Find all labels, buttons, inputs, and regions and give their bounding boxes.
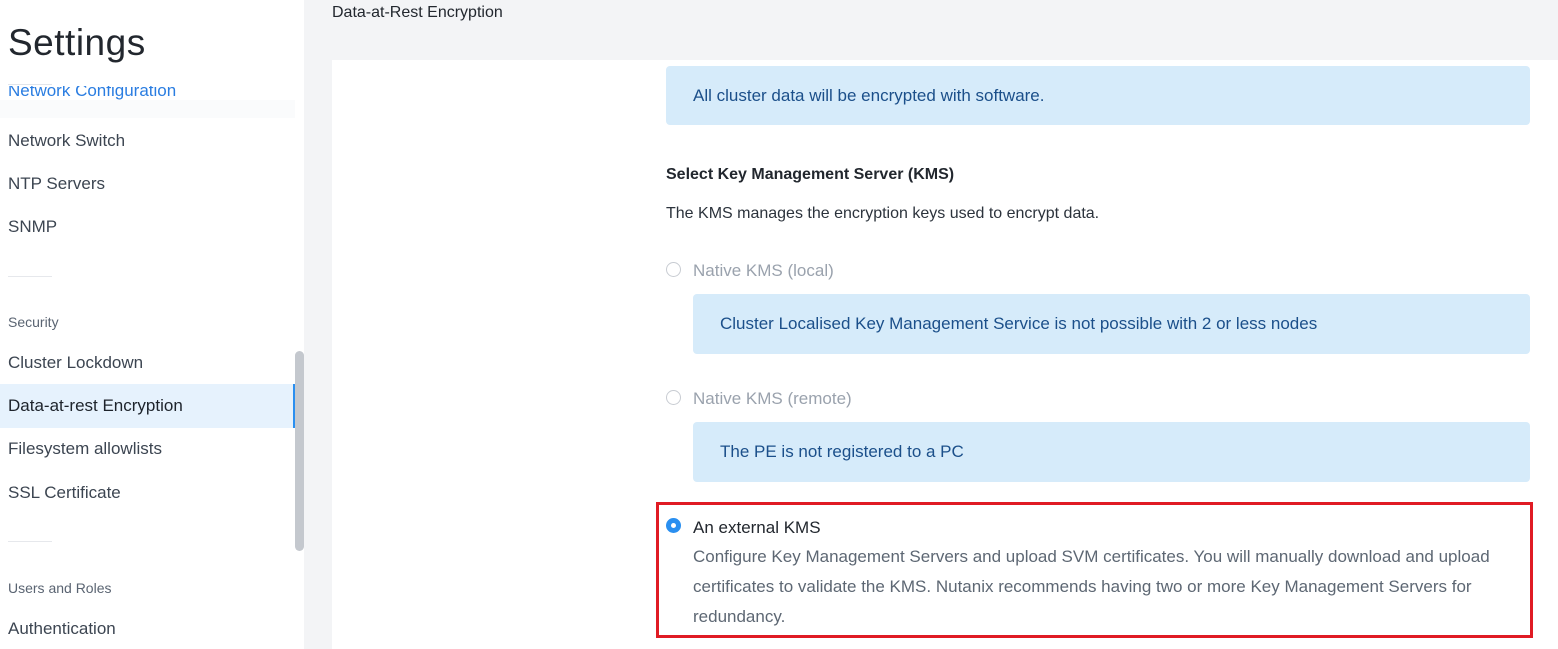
- kms-description: The KMS manages the encryption keys used…: [666, 205, 1100, 222]
- native-kms-local-info: Cluster Localised Key Management Service…: [693, 294, 1530, 354]
- sidebar-item-snmp[interactable]: SNMP: [0, 205, 295, 249]
- info-text: The PE is not registered to a PC: [720, 442, 964, 461]
- divider: [8, 84, 52, 85]
- kms-heading: Select Key Management Server (KMS): [666, 166, 955, 183]
- info-text: Cluster Localised Key Management Service…: [720, 314, 1318, 333]
- native-kms-remote-info: The PE is not registered to a PC: [693, 422, 1530, 482]
- sidebar-item-network-switch[interactable]: Network Switch: [0, 119, 295, 163]
- divider: [8, 541, 52, 542]
- software-encryption-info: All cluster data will be encrypted with …: [666, 66, 1530, 125]
- info-text: All cluster data will be encrypted with …: [693, 85, 1045, 105]
- sidebar-item-network-configuration[interactable]: Network Configuration: [8, 86, 176, 100]
- radio-native-kms-local[interactable]: [666, 262, 681, 277]
- sidebar-title: Settings: [8, 22, 146, 63]
- highlight-annotation: [656, 502, 1533, 638]
- radio-label-native-kms-remote: Native KMS (remote): [693, 389, 852, 408]
- sidebar-item-highlight: [0, 100, 295, 118]
- sidebar-item-authentication[interactable]: Authentication: [0, 607, 295, 649]
- settings-sidebar: Settings Network Configuration Network S…: [0, 0, 304, 649]
- sidebar-item-label: Network Configuration: [8, 86, 177, 100]
- sidebar-item-ssl-certificate[interactable]: SSL Certificate: [0, 471, 295, 515]
- section-label-users-and-roles: Users and Roles: [8, 580, 112, 596]
- sidebar-item-cluster-lockdown[interactable]: Cluster Lockdown: [0, 341, 295, 385]
- page-title: Data-at-Rest Encryption: [332, 4, 503, 21]
- sidebar-item-ntp-servers[interactable]: NTP Servers: [0, 162, 295, 206]
- sidebar-item-filesystem-allowlists[interactable]: Filesystem allowlists: [0, 427, 295, 471]
- divider: [8, 276, 52, 277]
- radio-native-kms-remote[interactable]: [666, 390, 681, 405]
- sidebar-scrollbar[interactable]: [295, 351, 304, 551]
- sidebar-item-data-at-rest-encryption[interactable]: Data-at-rest Encryption: [0, 384, 295, 428]
- radio-label-native-kms-local: Native KMS (local): [693, 261, 834, 280]
- section-label-security: Security: [8, 314, 59, 330]
